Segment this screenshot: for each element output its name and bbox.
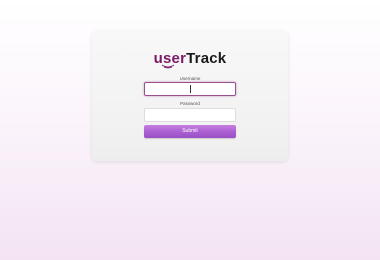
password-input[interactable] [144,108,236,122]
login-card: userTrack Username Password Submit [92,31,288,161]
submit-button[interactable]: Submit [144,125,236,138]
usertrack-logo: userTrack [92,50,288,68]
password-label: Password [180,101,200,106]
username-input[interactable] [144,82,236,96]
text-cursor [190,85,191,93]
logo-suffix: Track [186,50,227,67]
logo-swoosh-icon [161,64,175,69]
